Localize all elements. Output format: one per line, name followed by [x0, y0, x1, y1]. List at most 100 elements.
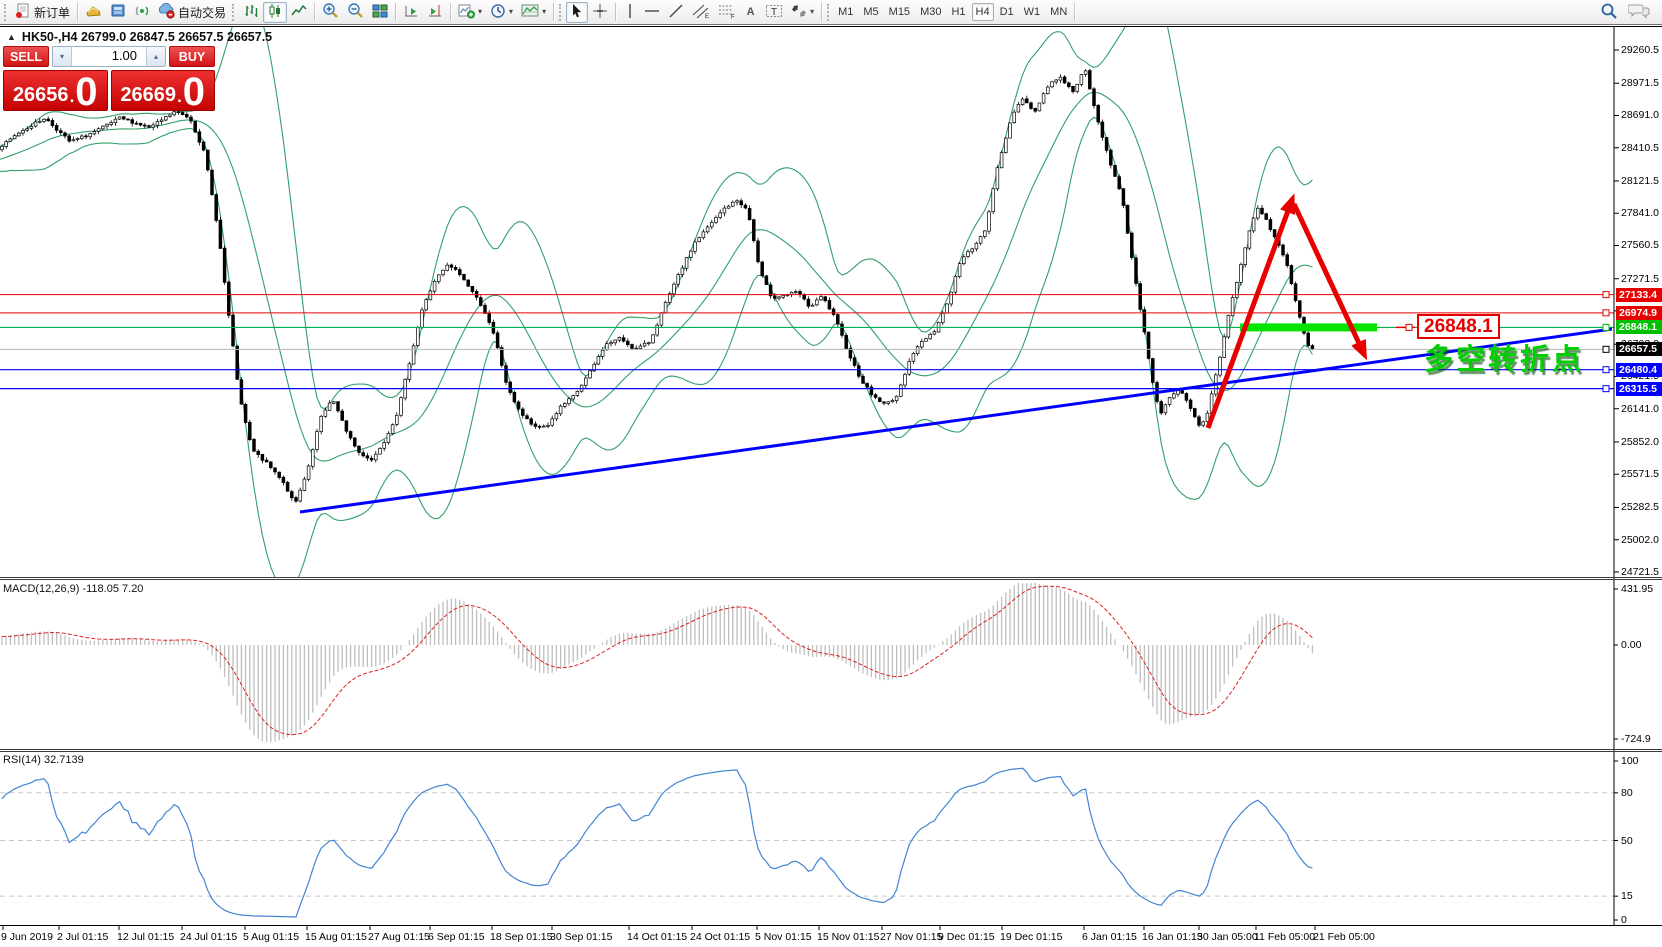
label-tool-icon: T	[765, 3, 783, 22]
auto-scroll-icon	[403, 3, 419, 22]
fibonacci-icon: F	[718, 3, 736, 22]
timeframe-button-mn[interactable]: MN	[1046, 3, 1071, 21]
macd-indicator-label: MACD(12,26,9) -118.05 7.20	[3, 583, 143, 595]
zoom-out-button[interactable]	[343, 2, 368, 23]
sell-button[interactable]: SELL	[3, 46, 49, 67]
timeframe-group: M1M5M15M30H1H4D1W1MN	[834, 3, 1071, 21]
search-icon[interactable]	[1600, 2, 1618, 23]
chart-shift-button[interactable]	[423, 2, 447, 23]
cursor-icon	[570, 3, 584, 21]
timeframe-button-m30[interactable]: M30	[916, 3, 945, 21]
templates-dropdown-caret[interactable]: ▾	[542, 8, 546, 16]
timeframe-button-w1[interactable]: W1	[1020, 3, 1045, 21]
template-icon	[521, 3, 539, 22]
auto-scroll-button[interactable]	[399, 2, 423, 23]
autotrading-label: 自动交易	[178, 4, 226, 21]
sell-price-panel[interactable]: 26656.0	[3, 70, 108, 111]
clock-icon	[490, 3, 506, 22]
trendline-icon	[668, 3, 684, 22]
toolbar: 新订单 自动交易	[0, 0, 1662, 25]
data-window-button[interactable]	[106, 2, 130, 23]
timeframe-button-m1[interactable]: M1	[834, 3, 857, 21]
toolbar-separator	[450, 3, 451, 21]
signals-button[interactable]	[130, 2, 154, 23]
text-tool-icon: A	[747, 6, 755, 18]
toolbar-right	[1600, 2, 1660, 23]
one-click-trading-panel: SELL ▾ 1.00 ▴ BUY 26656.0 26669.0	[3, 46, 215, 111]
sell-price-dot: .	[70, 85, 75, 109]
cursor-tool-button[interactable]	[566, 2, 588, 23]
mt4-window: 新订单 自动交易	[0, 0, 1662, 947]
new-chart-button[interactable]: ▾	[454, 2, 486, 23]
new-order-icon	[15, 3, 31, 22]
timeframe-button-h1[interactable]: H1	[947, 3, 969, 21]
buy-button[interactable]: BUY	[169, 46, 215, 67]
bar-chart-button[interactable]	[239, 2, 263, 23]
toolbar-separator	[314, 3, 315, 21]
horizontal-line-tool-button[interactable]	[640, 2, 664, 23]
new-order-button[interactable]: 新订单	[11, 2, 74, 23]
arrows-tool-button[interactable]: ▾	[787, 2, 818, 23]
horizontal-line-icon	[644, 5, 660, 20]
tile-windows-icon	[372, 3, 388, 22]
market-watch-button[interactable]	[81, 2, 106, 23]
text-tool-button[interactable]: A	[740, 2, 761, 23]
buy-price-panel[interactable]: 26669.0	[111, 70, 216, 111]
tile-windows-button[interactable]	[368, 2, 392, 23]
crosshair-icon	[592, 3, 608, 22]
crosshair-tool-button[interactable]	[588, 2, 612, 23]
timeframe-button-h4[interactable]: H4	[972, 3, 994, 21]
zoom-in-icon	[322, 2, 339, 22]
chart-shift-icon	[427, 3, 443, 22]
toolbar-separator	[1074, 3, 1075, 21]
sell-price-main: 26656	[13, 82, 69, 109]
line-chart-button[interactable]	[287, 2, 311, 23]
toolbar-grip	[827, 4, 832, 21]
market-watch-icon	[85, 3, 102, 22]
toolbar-separator	[615, 3, 616, 21]
chat-icon[interactable]	[1628, 2, 1650, 23]
channel-tool-button[interactable]: E	[688, 2, 714, 23]
templates-button[interactable]: ▾	[517, 2, 550, 23]
chart-canvas[interactable]	[0, 26, 1662, 947]
toolbar-grip	[4, 4, 9, 21]
toolbar-grip	[232, 4, 237, 21]
toolbar-separator	[395, 3, 396, 21]
collapse-quote-panel-icon[interactable]: ▲	[7, 32, 16, 42]
chart-title: ▲ HK50-,H4 26799.0 26847.5 26657.5 26657…	[7, 30, 272, 44]
timeframe-button-d1[interactable]: D1	[996, 3, 1018, 21]
arrows-tool-icon	[791, 3, 807, 22]
autotrading-icon	[158, 3, 175, 22]
turning-point-annotation[interactable]: 多空转折点	[1424, 336, 1584, 378]
fibonacci-tool-button[interactable]: F	[714, 2, 740, 23]
zoom-in-button[interactable]	[318, 2, 343, 23]
toolbar-separator	[77, 3, 78, 21]
trendline-tool-button[interactable]	[664, 2, 688, 23]
toolbar-grip	[559, 4, 564, 21]
toolbar-separator	[553, 3, 554, 21]
volume-input[interactable]: 1.00	[72, 47, 146, 66]
new-chart-dropdown-caret[interactable]: ▾	[478, 8, 482, 16]
chart-title-text: HK50-,H4 26799.0 26847.5 26657.5 26657.5	[22, 30, 272, 44]
svg-text:E: E	[705, 14, 709, 19]
volume-stepper: ▾ 1.00 ▴	[52, 46, 166, 67]
volume-decrease-button[interactable]: ▾	[53, 47, 72, 66]
buy-price-dot: .	[177, 85, 182, 109]
vertical-line-tool-button[interactable]	[619, 2, 640, 23]
rsi-indicator-label: RSI(14) 32.7139	[3, 754, 84, 766]
candlestick-chart-icon	[267, 3, 283, 22]
candlestick-chart-button[interactable]	[263, 2, 287, 23]
new-chart-icon	[458, 3, 475, 22]
line-chart-icon	[291, 3, 307, 22]
signals-icon	[134, 3, 150, 22]
autotrading-button[interactable]: 自动交易	[154, 2, 230, 23]
timeframe-button-m15[interactable]: M15	[885, 3, 914, 21]
arrows-dropdown-caret[interactable]: ▾	[810, 8, 814, 16]
label-tool-button[interactable]: T	[761, 2, 787, 23]
svg-text:T: T	[771, 7, 777, 18]
periods-dropdown-caret[interactable]: ▾	[509, 8, 513, 16]
volume-increase-button[interactable]: ▴	[146, 47, 165, 66]
periods-button[interactable]: ▾	[486, 2, 517, 23]
new-order-label: 新订单	[34, 4, 70, 21]
timeframe-button-m5[interactable]: M5	[859, 3, 882, 21]
